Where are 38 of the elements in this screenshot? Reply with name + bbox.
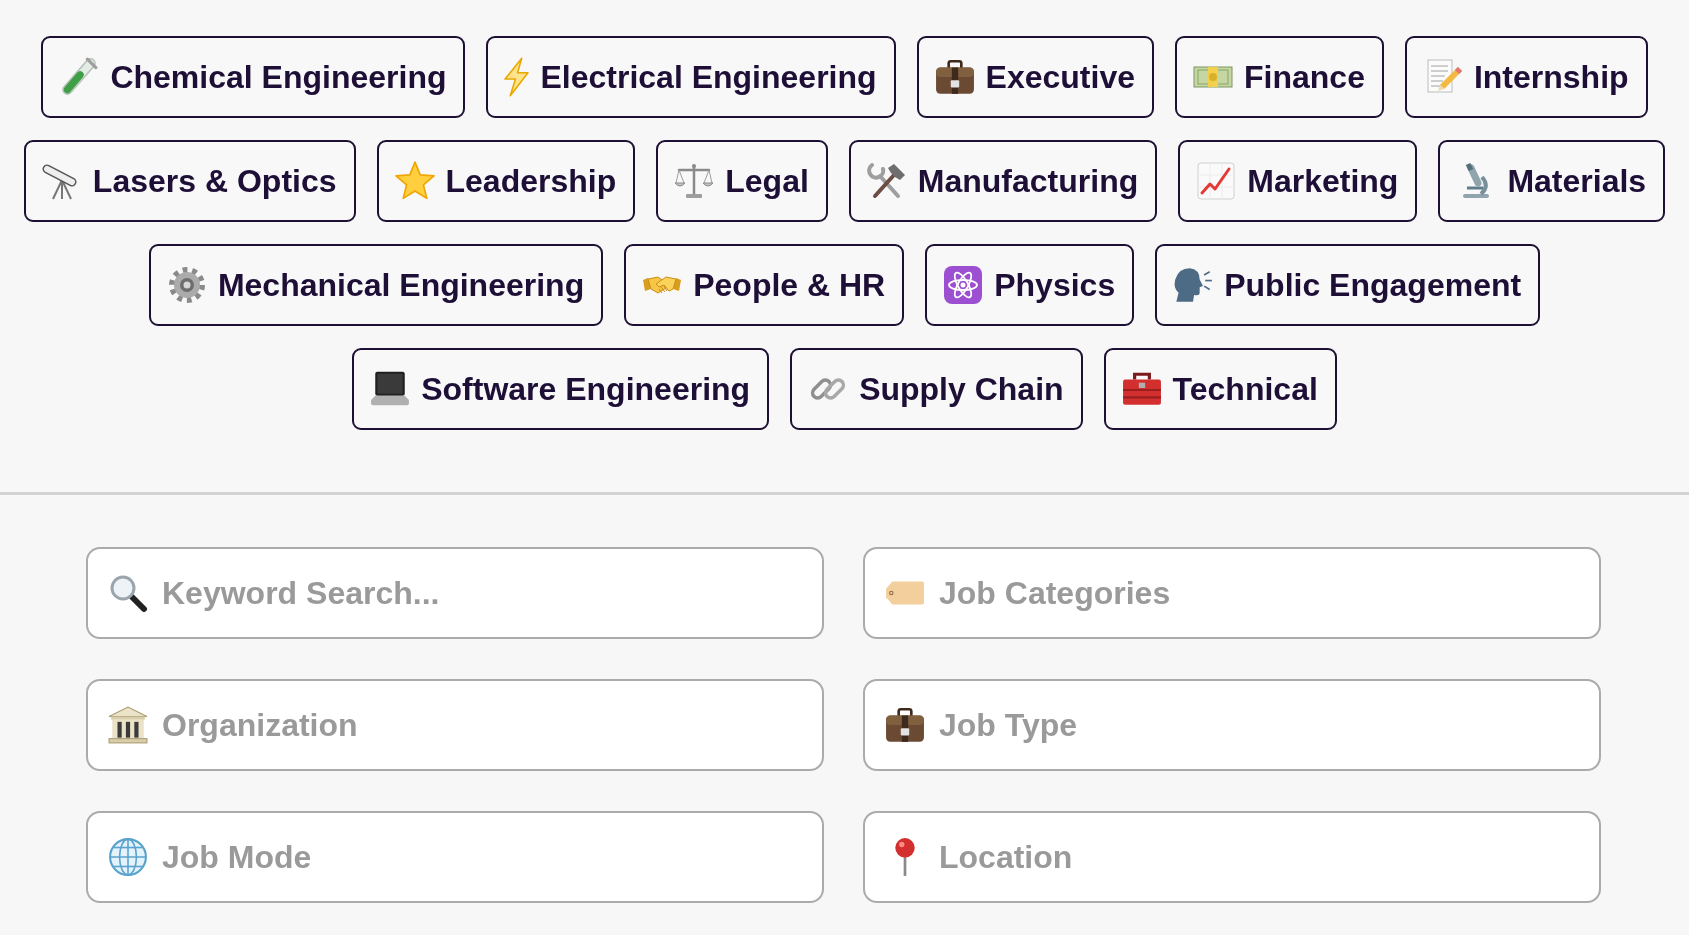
category-button[interactable]: Lasers & Optics (23, 140, 356, 222)
category-button[interactable]: Chemical Engineering (41, 36, 466, 118)
category-button[interactable]: Marketing (1178, 140, 1418, 222)
category-button[interactable]: Materials (1438, 140, 1666, 222)
category-button[interactable]: Supply Chain (790, 348, 1083, 430)
hammer-wrench-icon (866, 161, 907, 201)
job-type-field[interactable]: Job Type (863, 679, 1601, 771)
building-icon (108, 705, 148, 745)
rising-chart-icon (1196, 161, 1237, 201)
speaking-head-icon (1173, 265, 1214, 305)
briefcase-icon (885, 705, 925, 745)
test-tube-icon (59, 57, 100, 97)
job-categories-field[interactable]: Job Categories (863, 547, 1601, 639)
star-icon (394, 161, 435, 201)
category-button[interactable]: Physics (925, 244, 1135, 326)
category-button[interactable]: Technical (1103, 348, 1337, 430)
pin-icon (894, 837, 916, 877)
gear-icon (166, 265, 207, 305)
category-button[interactable]: Leadership (376, 140, 636, 222)
scales-icon (674, 161, 715, 201)
keyword-search-field[interactable]: Keyword Search... (86, 547, 824, 639)
category-button[interactable]: Internship (1404, 36, 1648, 118)
briefcase-icon (934, 57, 975, 97)
category-button[interactable]: Mechanical Engineering (148, 244, 604, 326)
category-button[interactable]: Electrical Engineering (486, 36, 896, 118)
lightning-icon (504, 57, 530, 97)
location-field[interactable]: Location (863, 811, 1601, 903)
category-button[interactable]: Software Engineering (352, 348, 770, 430)
atom-icon (943, 265, 984, 305)
search-icon (108, 573, 148, 613)
category-button[interactable]: Public Engagement (1155, 244, 1541, 326)
category-button[interactable]: People & HR (624, 244, 905, 326)
category-button[interactable]: Finance (1175, 36, 1384, 118)
category-button[interactable]: Manufacturing (848, 140, 1158, 222)
category-button[interactable]: Executive (916, 36, 1154, 118)
job-mode-field[interactable]: Job Mode (86, 811, 824, 903)
organization-field[interactable]: Organization (86, 679, 824, 771)
category-button[interactable]: Legal (656, 140, 828, 222)
